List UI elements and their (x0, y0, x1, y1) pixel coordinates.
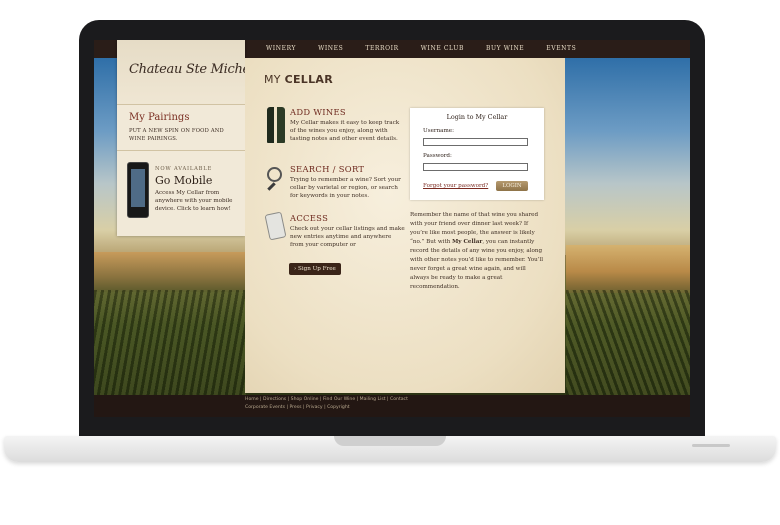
left-sidebar: Chateau Ste Michelle My Pairings PUT A N… (117, 40, 265, 236)
magnifier-handle (267, 182, 276, 191)
mobile-phone-icon (127, 162, 149, 218)
nav-winery[interactable]: WINERY (266, 45, 296, 52)
logo-area[interactable]: Chateau Ste Michelle (117, 40, 265, 105)
username-label: Username: (423, 128, 455, 134)
feature-title: ADD WINES (290, 107, 346, 117)
page-title: MY CELLAR (264, 73, 333, 86)
nav-terroir[interactable]: TERROIR (365, 45, 398, 52)
login-box: Login to My Cellar Username: Password: F… (410, 108, 544, 200)
wine-bottles-icon (267, 107, 285, 143)
mobile-description: Access My Cellar from anywhere with your… (155, 190, 233, 212)
nav-events[interactable]: EVENTS (546, 45, 576, 52)
phone-icon (264, 211, 287, 241)
go-mobile-promo[interactable]: NOW AVAILABLE Go Mobile Access My Cellar… (117, 152, 245, 236)
page-title-bold: CELLAR (284, 73, 333, 86)
page-title-light: MY (264, 73, 281, 86)
blurb-part2: , you can instantly record the details o… (410, 239, 544, 290)
feature-text: Check out your cellar listings and make … (290, 226, 405, 249)
forgot-password-link[interactable]: Forgot your password? (423, 183, 488, 189)
hills-left (94, 252, 246, 292)
main-nav: WINERY WINES TERROIR WINE CLUB BUY WINE … (266, 45, 598, 52)
footer-line-2[interactable]: Corporate Events | Press | Privacy | Cop… (245, 404, 565, 412)
nav-buy-wine[interactable]: BUY WINE (486, 45, 524, 52)
laptop-notch (334, 436, 446, 446)
laptop-indicator (692, 444, 730, 447)
nav-wines[interactable]: WINES (318, 45, 343, 52)
footer-links: Home | Directions | Shop Online | Find O… (245, 396, 565, 412)
phone-screen (131, 169, 145, 207)
blurb-bold: My Cellar (452, 239, 483, 245)
vine-rows-right (566, 290, 690, 395)
my-pairings-promo[interactable]: My Pairings PUT A NEW SPIN ON FOOD AND W… (117, 106, 245, 151)
main-content-panel: MY CELLAR ADD WINES My Cellar makes it e… (245, 58, 565, 393)
feature-title: ACCESS (290, 213, 329, 223)
feature-add-wines: ADD WINES My Cellar makes it easy to kee… (267, 107, 417, 157)
vine-rows-left (94, 290, 246, 395)
sign-up-free-button[interactable]: › Sign Up Free (289, 263, 341, 275)
username-input[interactable] (423, 138, 528, 146)
feature-title: SEARCH / SORT (290, 164, 365, 174)
password-input[interactable] (423, 163, 528, 171)
login-title: Login to My Cellar (446, 113, 508, 121)
laptop-screen: WINERY WINES TERROIR WINE CLUB BUY WINE … (94, 40, 690, 417)
pairings-title[interactable]: My Pairings (129, 112, 189, 123)
feature-text: My Cellar makes it easy to keep track of… (290, 120, 400, 143)
feature-access: ACCESS Check out your cellar listings an… (264, 211, 417, 263)
hills-right (566, 245, 690, 293)
mobile-title[interactable]: Go Mobile (155, 174, 212, 187)
cellar-description: Remember the name of that wine you share… (410, 211, 546, 292)
pairings-subtitle: PUT A NEW SPIN ON FOOD AND WINE PAIRINGS… (129, 128, 224, 142)
password-label: Password: (423, 153, 452, 159)
feature-text: Trying to remember a wine? Sort your cel… (290, 177, 401, 200)
footer-line-1[interactable]: Home | Directions | Shop Online | Find O… (245, 396, 565, 404)
nav-wine-club[interactable]: WINE CLUB (421, 45, 464, 52)
feature-search-sort: SEARCH / SORT Trying to remember a wine?… (267, 164, 417, 214)
login-button[interactable]: LOGIN (496, 181, 528, 191)
magnifier-icon (267, 167, 282, 191)
mobile-kicker: NOW AVAILABLE (155, 166, 213, 172)
